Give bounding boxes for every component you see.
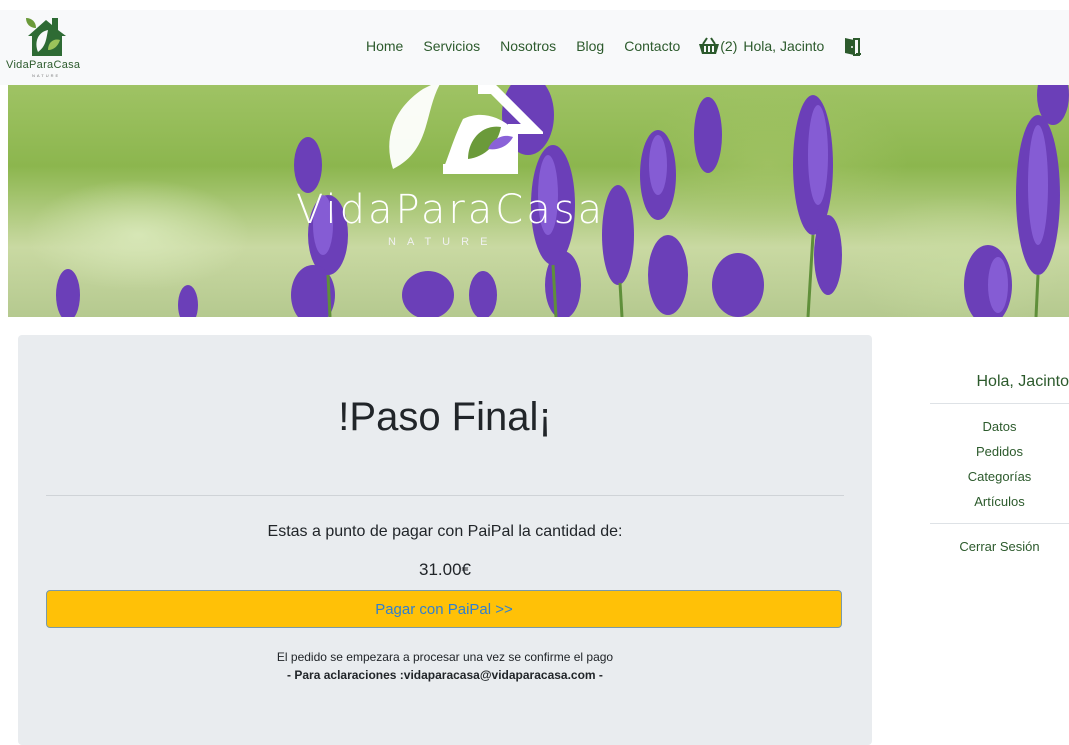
sidebar-divider-top [930, 403, 1069, 404]
nav-nosotros[interactable]: Nosotros [500, 38, 556, 54]
contact-email-text: - Para aclaraciones :vidaparacasa@vidapa… [287, 668, 603, 682]
basket-icon [699, 37, 720, 54]
brand-logo[interactable]: VidaParaCasa NATURE [4, 12, 94, 82]
nav-links: Home Servicios Nosotros Blog Contacto (2… [366, 36, 862, 56]
note-processing: El pedido se empezara a procesar una vez… [276, 650, 614, 664]
sidebar-item-articulos[interactable]: Artículos [930, 489, 1069, 514]
brand-name: VidaParaCasa [6, 59, 81, 71]
door-exit-icon [845, 38, 862, 56]
sidebar-divider-bottom [930, 523, 1069, 524]
hero-banner: VidaParaCasa NATURE [8, 85, 1069, 317]
note-contact: - Para aclaraciones :vidaparacasa@vidapa… [18, 666, 872, 684]
hero-title: VidaParaCasa [296, 187, 606, 233]
house-leaf-logo-icon [26, 18, 66, 56]
payment-note: El pedido se empezara a procesar una vez… [18, 648, 872, 684]
cart-count: (2) [720, 38, 738, 54]
sidebar-logout[interactable]: Cerrar Sesión [930, 534, 1069, 559]
sidebar-greeting: Hola, Jacinto [976, 373, 1069, 390]
divider [46, 495, 844, 496]
nav-greeting: Hola, Jacinto [743, 38, 825, 54]
brand-subtitle: NATURE [32, 73, 61, 78]
hero-subtitle: NATURE [388, 236, 499, 248]
payment-amount: 31.00€ [419, 560, 471, 579]
sidebar-item-categorias[interactable]: Categorías [930, 464, 1069, 489]
nav-blog[interactable]: Blog [576, 38, 604, 54]
pay-with-paypal-button[interactable]: Pagar con PaiPal >> [46, 590, 842, 628]
payment-description: Estas a punto de pagar con PaiPal la can… [267, 523, 623, 540]
nav-home[interactable]: Home [366, 38, 403, 54]
nav-contacto[interactable]: Contacto [624, 38, 680, 54]
account-sidebar: Hola, Jacinto Datos Pedidos Categorías A… [930, 370, 1069, 559]
page-title: !Paso Final¡ [338, 395, 552, 439]
nav-servicios[interactable]: Servicios [423, 38, 480, 54]
top-navbar: VidaParaCasa NATURE Home Servicios Nosot… [0, 10, 1069, 85]
logout-button[interactable] [842, 36, 862, 56]
hero-logo-icon [389, 85, 543, 174]
cart-link[interactable]: (2) [698, 37, 737, 55]
payment-card: !Paso Final¡ Estas a punto de pagar con … [18, 335, 872, 745]
sidebar-item-datos[interactable]: Datos [930, 414, 1069, 439]
sidebar-item-pedidos[interactable]: Pedidos [930, 439, 1069, 464]
